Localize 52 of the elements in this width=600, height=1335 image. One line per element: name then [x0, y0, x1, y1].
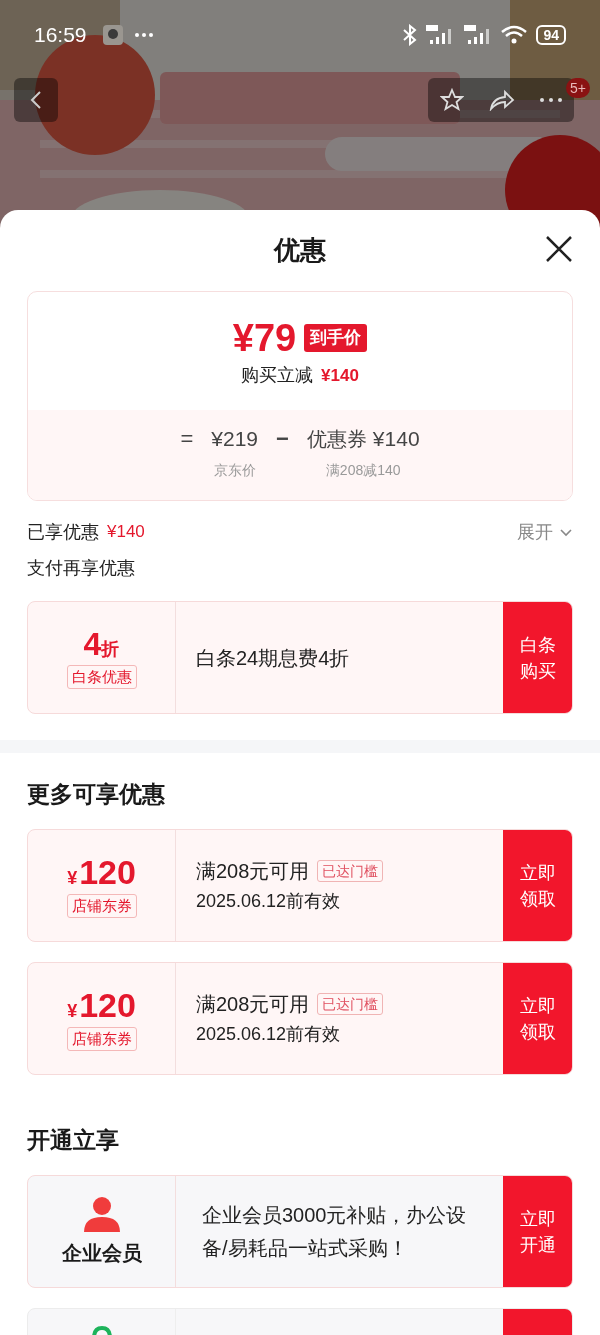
membership-text: 企业会员3000元补贴，办公设备/易耗品一站式采购！: [201, 1202, 468, 1261]
back-icon: [30, 90, 42, 110]
more-notifications-icon: [134, 33, 153, 37]
coupon-validity: 2025.06.12前有效: [196, 1023, 342, 1046]
base-price-label: 京东价: [213, 461, 256, 480]
claim-button[interactable]: 立即领取: [503, 830, 572, 941]
section-title: 更多可享优惠: [27, 781, 165, 807]
coupon-label: 优惠券: [306, 427, 367, 452]
instant-discount-amount: ¥140: [321, 365, 359, 387]
share-icon[interactable]: [489, 89, 515, 111]
coupon-amount: ¥140: [372, 426, 420, 452]
baitiao-buy-button[interactable]: 白条购买: [503, 602, 572, 713]
final-price-tag: 到手价: [304, 324, 368, 352]
offer-tag: 白条优惠: [66, 665, 137, 689]
expand-toggle[interactable]: 展开: [517, 518, 573, 546]
coupon-tag: 店铺东券: [66, 894, 137, 918]
final-price: ¥79: [232, 318, 297, 358]
currency-sign: ¥: [67, 867, 78, 890]
wifi-icon: [500, 25, 529, 45]
chevron-icon: [559, 527, 573, 537]
coupon-rule: 满208减140: [325, 461, 401, 480]
coupon-validity: 2025.06.12前有效: [196, 890, 342, 913]
close-button[interactable]: [544, 234, 574, 264]
enjoyed-amount: ¥140: [107, 521, 145, 544]
open-membership-button[interactable]: 立即开通: [503, 1176, 572, 1287]
section-title: 开通立享: [27, 1127, 119, 1153]
sheet-title: 优惠: [274, 233, 326, 267]
minus-sign: −: [276, 425, 289, 453]
coupon-condition: 满208元可用: [196, 992, 310, 1017]
base-price: ¥219: [211, 426, 258, 452]
battery-indicator: 94: [536, 25, 566, 45]
threshold-badge: 已达门槛: [317, 860, 384, 882]
claim-button[interactable]: 立即领取: [503, 963, 572, 1074]
coupon-value: 120: [79, 853, 136, 891]
enjoyed-label: 已享优惠: [27, 520, 99, 544]
star-icon[interactable]: [440, 88, 465, 112]
coupon-tag: 店铺东券: [66, 1027, 137, 1051]
bluetooth-icon: [402, 24, 419, 46]
clock: 16:59: [34, 22, 87, 49]
discount-value: 4: [83, 626, 102, 662]
threshold-badge: 已达门槛: [317, 993, 384, 1015]
equals-sign: =: [180, 425, 194, 453]
back-button[interactable]: [14, 78, 58, 122]
discount-unit: 折: [101, 638, 120, 661]
more-icon[interactable]: [539, 98, 562, 102]
offer-text: 白条24期息费4折: [196, 645, 351, 671]
coupon-condition: 满208元可用: [196, 859, 310, 884]
membership-name: 企业会员: [61, 1240, 142, 1266]
section-title: 支付再享优惠: [27, 558, 135, 578]
coupon-value: 120: [79, 986, 136, 1024]
instant-discount-label: 购买立减: [241, 364, 314, 387]
currency-sign: ¥: [67, 1000, 78, 1023]
